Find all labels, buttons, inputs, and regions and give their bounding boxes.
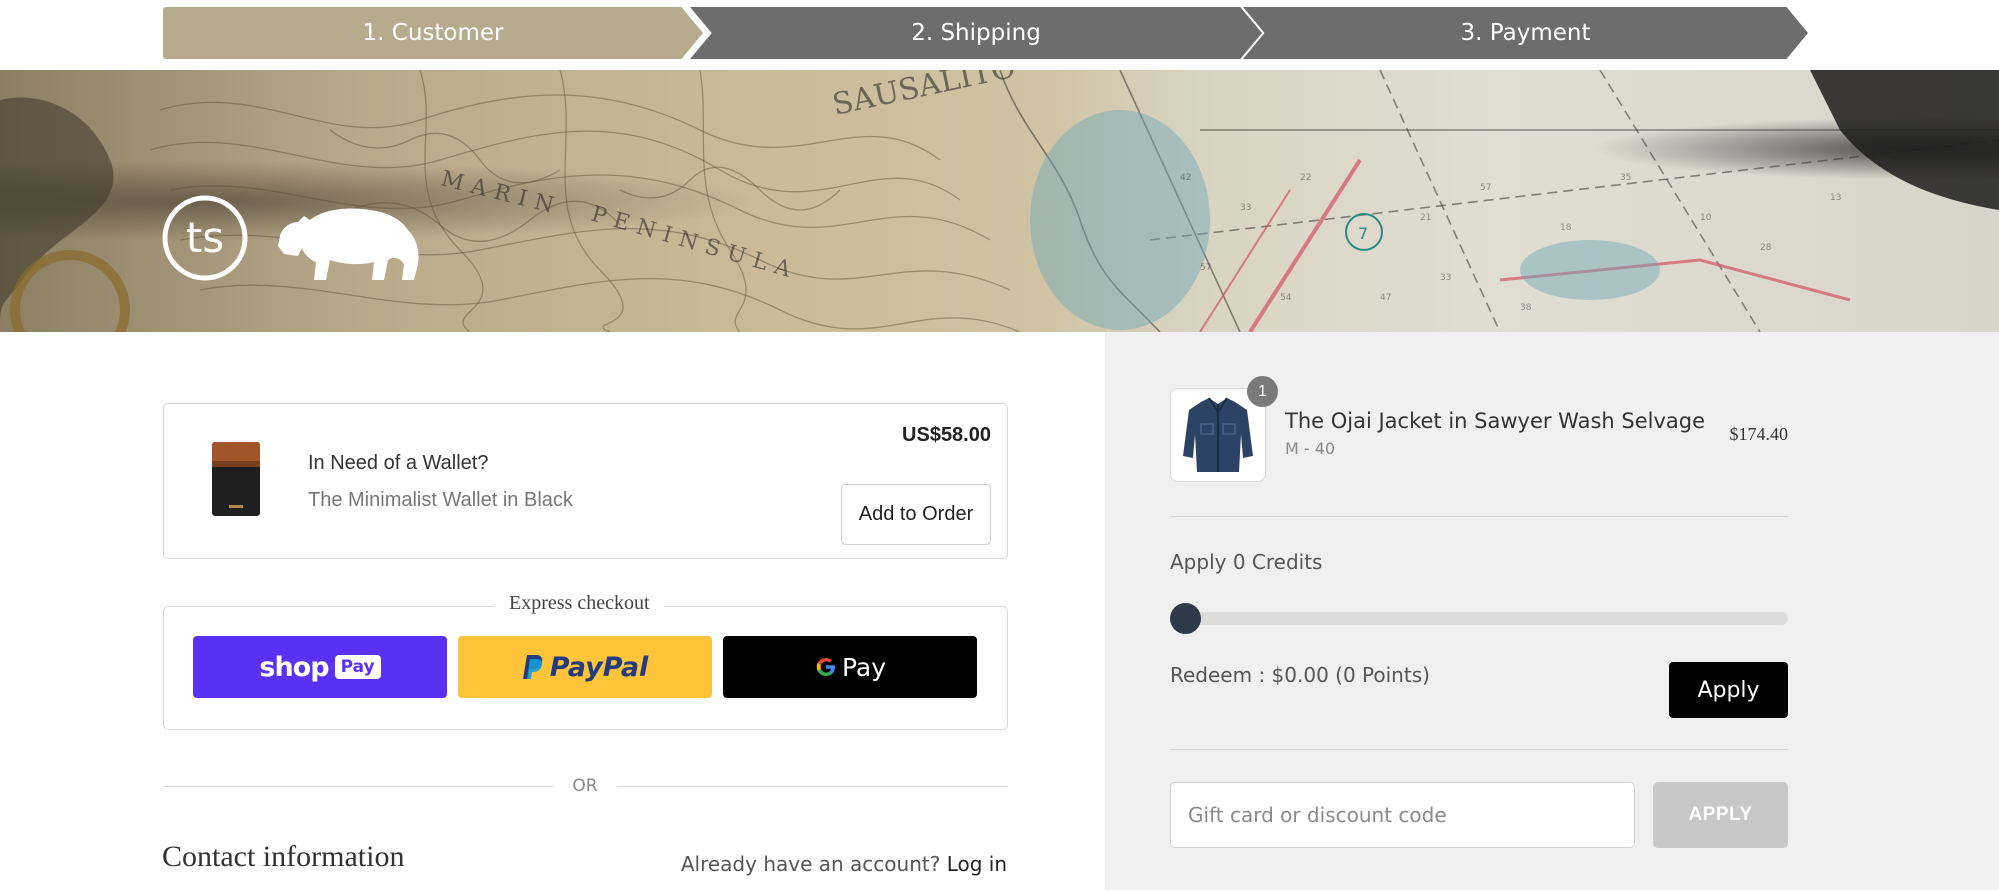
summary-divider	[1170, 516, 1788, 517]
express-checkout-title: Express checkout	[495, 592, 664, 615]
item-price: $174.40	[1729, 424, 1789, 444]
upsell-card: In Need of a Wallet? The Minimalist Wall…	[163, 403, 1008, 559]
step-payment[interactable]: 3. Payment	[1243, 7, 1808, 59]
apply-credits-button[interactable]: Apply	[1669, 662, 1788, 718]
step-customer[interactable]: 1. Customer	[163, 7, 703, 59]
paypal-button[interactable]: PayPal	[458, 636, 712, 698]
discount-apply-button[interactable]: APPLY	[1653, 782, 1788, 848]
step-shipping-label: 2. Shipping	[911, 20, 1041, 46]
jacket-icon	[1183, 397, 1253, 472]
step-payment-label: 3. Payment	[1460, 20, 1591, 46]
step-customer-label: 1. Customer	[362, 20, 504, 46]
credits-label: Apply 0 Credits	[1170, 550, 1323, 574]
svg-text:28: 28	[1760, 243, 1772, 253]
quantity-badge: 1	[1247, 376, 1278, 407]
svg-text:7: 7	[1358, 224, 1368, 243]
svg-text:10: 10	[1700, 213, 1712, 223]
svg-text:35: 35	[1620, 173, 1631, 183]
or-divider-right	[617, 786, 1008, 787]
svg-text:38: 38	[1520, 303, 1532, 313]
svg-text:33: 33	[1240, 203, 1251, 213]
contact-info-heading: Contact information	[162, 840, 405, 873]
map-label-marin: MARIN	[439, 167, 564, 221]
map-label-sausalito: SAUSALITO	[829, 70, 1018, 123]
paypal-icon	[522, 655, 542, 679]
redeem-label: Redeem : $0.00 (0 Points)	[1170, 663, 1430, 687]
paypal-wordmark: PayPal	[549, 651, 649, 683]
shop-pay-wordmark: shop	[259, 651, 329, 683]
or-divider-label: OR	[572, 776, 598, 796]
discount-code-input[interactable]	[1170, 782, 1635, 848]
svg-text:57: 57	[1480, 183, 1491, 193]
bear-logo-icon	[278, 208, 419, 280]
upsell-title: In Need of a Wallet?	[308, 452, 489, 474]
checkout-steps: 1. Customer 2. Shipping 3. Payment	[0, 0, 1999, 70]
add-to-order-button[interactable]: Add to Order	[841, 484, 991, 545]
svg-text:33: 33	[1440, 273, 1451, 283]
map-label-peninsula: PENINSULA	[588, 202, 801, 285]
upsell-product: The Minimalist Wallet in Black	[308, 489, 573, 511]
item-title: The Ojai Jacket in Sawyer Wash Selvage	[1285, 409, 1706, 433]
ts-logo-icon[interactable]: ts	[162, 195, 248, 281]
header-banner: 7 SAUSALITO MARIN PENINSULA 42 33 22 21 57 1…	[0, 70, 1999, 332]
login-link[interactable]: Log in	[947, 852, 1007, 876]
svg-text:54: 54	[1280, 293, 1292, 303]
credits-slider-handle[interactable]	[1170, 603, 1201, 634]
svg-text:21: 21	[1420, 213, 1431, 223]
shop-pay-button[interactable]: shop Pay	[193, 636, 447, 698]
svg-text:42: 42	[1180, 173, 1191, 183]
google-g-icon	[816, 658, 835, 676]
summary-divider	[1170, 749, 1788, 750]
google-pay-button[interactable]: Pay	[723, 636, 977, 698]
or-divider-left	[163, 786, 553, 787]
svg-text:13: 13	[1830, 193, 1841, 203]
cart-line-item: 1 The Ojai Jacket in Sawyer Wash Selvage…	[1170, 376, 1789, 484]
shop-pay-badge: Pay	[334, 655, 381, 679]
account-prompt: Already have an account? Log in	[681, 852, 1007, 876]
upsell-price: US$58.00	[902, 424, 991, 446]
svg-text:57: 57	[1200, 263, 1211, 273]
item-variant: M - 40	[1285, 439, 1336, 458]
gpay-wordmark: Pay	[841, 652, 887, 682]
ts-logo-text: ts	[186, 213, 224, 262]
svg-text:47: 47	[1380, 293, 1391, 303]
svg-text:22: 22	[1300, 173, 1311, 183]
account-prompt-text: Already have an account?	[680, 852, 941, 876]
step-shipping[interactable]: 2. Shipping	[690, 7, 1262, 59]
svg-text:18: 18	[1560, 223, 1572, 233]
wallet-icon	[212, 442, 260, 516]
credits-slider-track[interactable]	[1170, 612, 1788, 625]
